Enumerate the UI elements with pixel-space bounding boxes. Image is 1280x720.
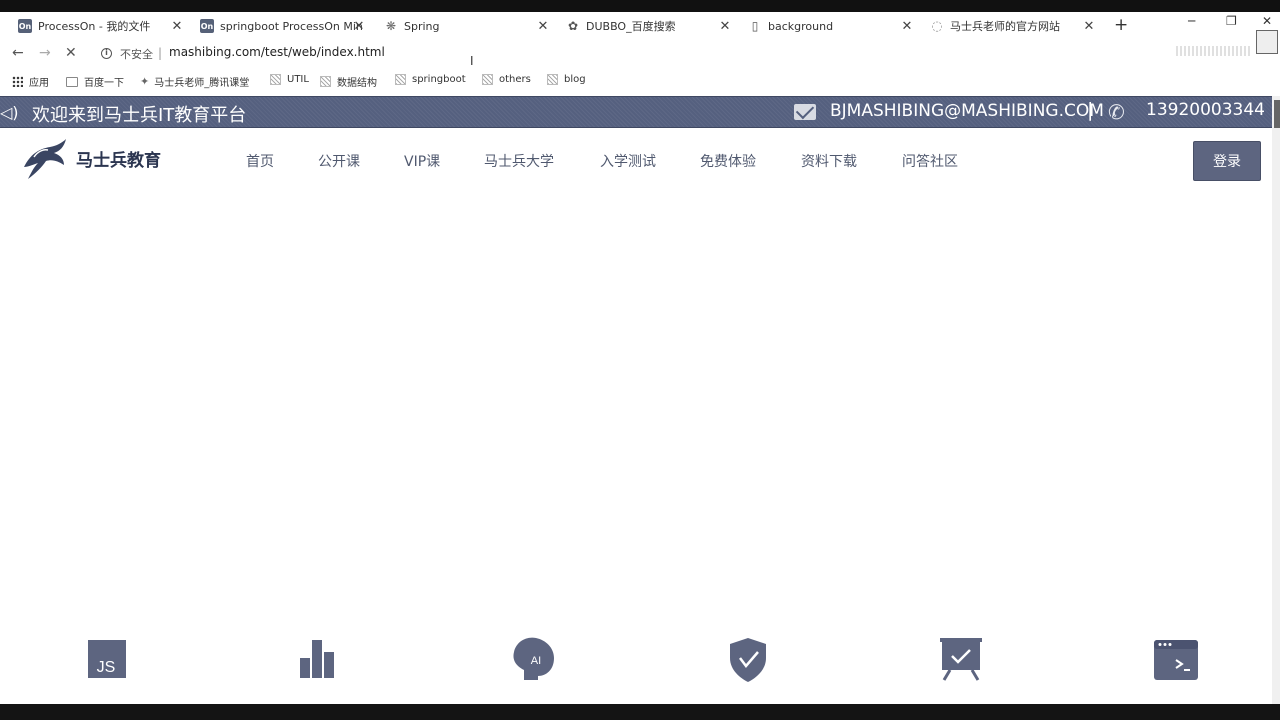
bookmark-blog[interactable]: blog [547, 74, 586, 85]
processon-icon: On [200, 19, 214, 33]
contact-phone: 13920003344 [1146, 100, 1265, 120]
nav-free-trial[interactable]: 免费体验 [700, 151, 756, 171]
nav-vip[interactable]: VIP课 [404, 151, 440, 171]
nav-downloads[interactable]: 资料下载 [801, 151, 857, 171]
js-icon[interactable]: JS [86, 636, 132, 682]
bookmark-datastructure[interactable]: 数据结构 [320, 74, 377, 89]
bookmark-label: 百度一下 [84, 78, 124, 89]
new-tab-button[interactable]: + [1114, 15, 1128, 35]
doc-icon: ▯ [751, 19, 759, 33]
contact-email[interactable]: BJMASHIBING@MASHIBING.COM [830, 101, 1104, 121]
info-icon[interactable]: i [101, 48, 112, 59]
url-separator: | [158, 46, 163, 60]
bar-chart-icon[interactable] [298, 636, 344, 682]
tab-mashibing[interactable]: ◌ 马士兵老师的官方网站 ✕ [930, 12, 1096, 40]
logo-text[interactable]: 马士兵教育 [76, 146, 161, 171]
login-button[interactable]: 登录 [1193, 141, 1261, 181]
nav-home[interactable]: 首页 [246, 151, 274, 171]
close-icon[interactable]: ✕ [1082, 19, 1096, 34]
apps-icon [12, 76, 23, 87]
bookmark-label: 马士兵老师_腾讯课堂 [154, 78, 250, 89]
banner-divider: | [1087, 99, 1094, 121]
bookmarks-bar: 应用 百度一下 ✦ 马士兵老师_腾讯课堂 UTIL 数据结构 springboo… [0, 70, 1280, 94]
tab-title: background [768, 19, 834, 33]
nav-university[interactable]: 马士兵大学 [484, 151, 554, 171]
bookmark-label: blog [564, 74, 586, 85]
close-icon[interactable]: ✕ [170, 19, 184, 34]
tab-background[interactable]: ▯ background ✕ [748, 12, 914, 40]
js-icon-label: JS [97, 659, 116, 676]
scrollbar-thumb[interactable] [1274, 100, 1280, 128]
tab-spring[interactable]: ❋ Spring ✕ [384, 12, 550, 40]
star-icon: ✦ [140, 75, 150, 88]
code-window-icon[interactable] [1152, 636, 1198, 682]
speaker-icon: ◁) [0, 103, 19, 122]
extensions-area [1176, 46, 1252, 56]
folder-icon [395, 74, 406, 85]
minimize-button[interactable]: ─ [1188, 14, 1195, 28]
bookmark-tencent[interactable]: ✦ 马士兵老师_腾讯课堂 [140, 74, 249, 89]
presentation-icon[interactable] [938, 636, 984, 682]
close-icon[interactable]: ✕ [536, 19, 550, 34]
extension-icon[interactable] [1256, 30, 1278, 54]
bookmark-label: 应用 [29, 78, 49, 89]
nav-qa-community[interactable]: 问答社区 [902, 151, 958, 171]
bookmark-springboot[interactable]: springboot [395, 74, 466, 85]
tab-title: 马士兵老师的官方网站 [950, 20, 1060, 33]
close-icon[interactable]: ✕ [352, 19, 366, 34]
paw-icon: ✿ [567, 19, 579, 33]
horse-logo-icon[interactable] [20, 137, 72, 183]
tab-title: Spring [404, 19, 440, 33]
folder-icon [320, 76, 331, 87]
site-main-nav: 马士兵教育 首页 公开课 VIP课 马士兵大学 入学测试 免费体验 资料下载 问… [0, 129, 1280, 193]
processon-icon: On [18, 19, 32, 33]
nav-entrance-test[interactable]: 入学测试 [600, 151, 656, 171]
bookmark-label: UTIL [287, 74, 309, 85]
tab-title: ProcessOn - 我的文件 [38, 20, 151, 33]
close-icon[interactable]: ✕ [900, 19, 914, 34]
bookmark-label: 数据结构 [337, 78, 377, 89]
welcome-text: 欢迎来到马士兵IT教育平台 [32, 105, 247, 126]
ai-head-icon[interactable]: AI [510, 636, 556, 682]
close-window-button[interactable]: ✕ [1262, 14, 1272, 28]
screen-top-edge [0, 0, 1280, 12]
bookmark-util[interactable]: UTIL [270, 74, 309, 85]
folder-icon [482, 74, 493, 85]
restore-button[interactable]: ❐ [1226, 14, 1237, 28]
url-input[interactable]: mashibing.com/test/web/index.html [169, 45, 385, 59]
stop-loading-icon[interactable]: ✕ [65, 45, 77, 61]
tab-processon[interactable]: On ProcessOn - 我的文件 ✕ [18, 12, 184, 40]
address-bar: ← → ✕ i 不安全 | mashibing.com/test/web/ind… [0, 40, 1280, 68]
bookmark-apps[interactable]: 应用 [12, 74, 49, 89]
security-label[interactable]: 不安全 [120, 46, 153, 62]
spring-icon: ❋ [385, 19, 397, 33]
folder-icon [270, 74, 281, 85]
tab-title: springboot ProcessOn Min [220, 19, 363, 33]
phone-icon: ✆ [1108, 100, 1125, 124]
folder-icon [66, 76, 78, 87]
back-arrow-icon[interactable]: ← [12, 45, 24, 61]
forward-arrow-icon[interactable]: → [39, 45, 51, 61]
loading-icon: ◌ [931, 18, 943, 34]
page-scrollbar[interactable] [1272, 96, 1280, 704]
bookmark-label: others [499, 74, 531, 85]
tab-strip: On ProcessOn - 我的文件 ✕ On springboot Proc… [0, 12, 1280, 40]
bookmark-label: springboot [412, 74, 466, 85]
screen: On ProcessOn - 我的文件 ✕ On springboot Proc… [0, 0, 1280, 720]
bookmark-baidu[interactable]: 百度一下 [66, 74, 124, 89]
close-icon[interactable]: ✕ [718, 19, 732, 34]
tab-title: DUBBO_百度搜索 [586, 20, 676, 33]
tab-dubbo[interactable]: ✿ DUBBO_百度搜索 ✕ [566, 12, 732, 40]
bookmark-others[interactable]: others [482, 74, 531, 85]
tab-springboot-processon[interactable]: On springboot ProcessOn Min ✕ [200, 12, 366, 40]
nav-open-class[interactable]: 公开课 [318, 151, 360, 171]
ai-icon-label: AI [531, 655, 541, 667]
site-top-banner: ◁) 欢迎来到马士兵IT教育平台 BJMASHIBING@MASHIBING.C… [0, 96, 1280, 128]
screen-bottom-edge [0, 704, 1280, 720]
text-cursor-icon: I [470, 54, 474, 68]
shield-icon[interactable] [726, 636, 772, 682]
folder-icon [547, 74, 558, 85]
mail-icon [794, 104, 816, 120]
